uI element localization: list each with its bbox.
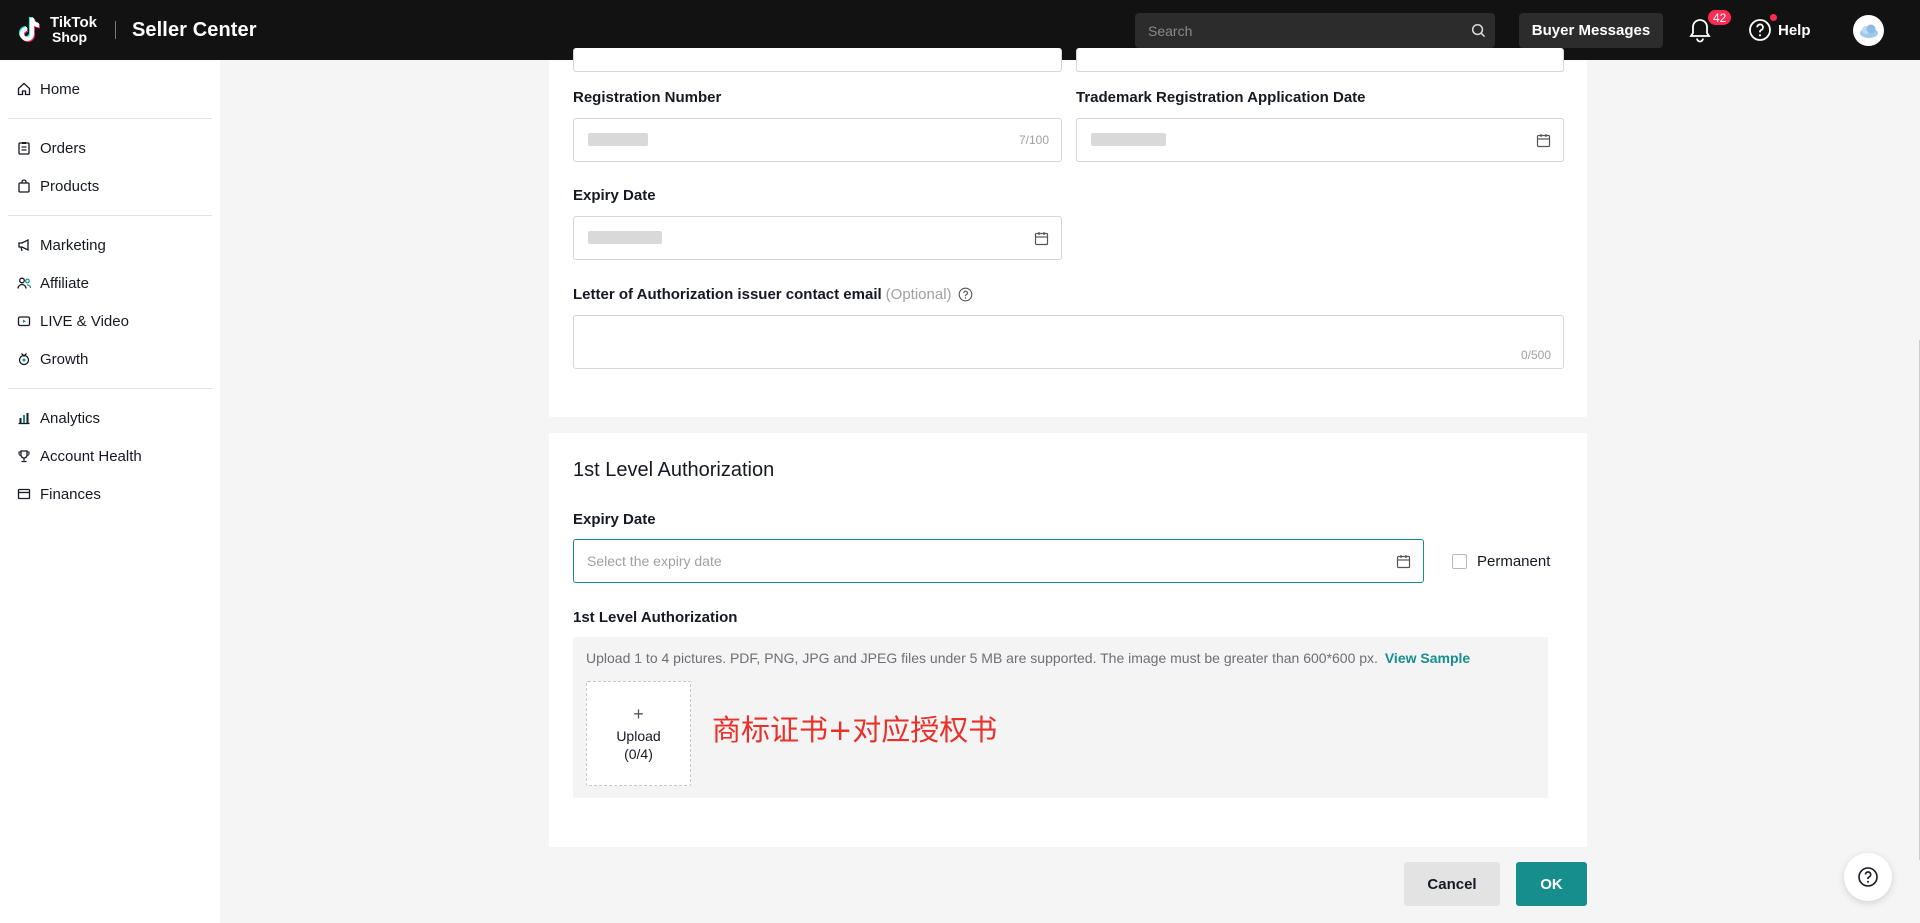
tiktok-logo-icon bbox=[19, 17, 40, 42]
sidebar-item-label: LIVE & Video bbox=[40, 312, 129, 330]
sidebar-item-affiliate[interactable]: Affiliate bbox=[8, 264, 212, 302]
sidebar-item-label: Finances bbox=[40, 485, 101, 503]
tiktok-shop-logo[interactable]: TikTok Shop bbox=[14, 15, 97, 45]
search-input[interactable] bbox=[1135, 22, 1461, 39]
finances-icon bbox=[17, 488, 31, 500]
ok-button[interactable]: OK bbox=[1516, 862, 1587, 906]
help-button[interactable]: Help bbox=[1748, 14, 1811, 42]
sidebar-item-label: Affiliate bbox=[40, 274, 89, 292]
calendar-icon[interactable] bbox=[1396, 554, 1411, 569]
sidebar-item-label: Analytics bbox=[40, 409, 101, 427]
optional-tag: (Optional) bbox=[885, 286, 952, 303]
registration-number-field[interactable]: 7/100 bbox=[573, 118, 1062, 162]
search-box bbox=[1135, 13, 1495, 48]
application-date-label: Trademark Registration Application Date bbox=[1076, 89, 1366, 106]
previous-field-right[interactable] bbox=[1076, 48, 1564, 72]
view-sample-link[interactable]: View Sample bbox=[1385, 650, 1470, 666]
upload-section-label: 1st Level Authorization bbox=[573, 609, 738, 626]
sidebar-item-label: Products bbox=[40, 177, 100, 195]
sidebar-item-label: Growth bbox=[40, 350, 89, 368]
sidebar-item-label: Marketing bbox=[40, 236, 106, 254]
section-title: 1st Level Authorization bbox=[573, 459, 775, 481]
buyer-messages-button[interactable]: Buyer Messages bbox=[1519, 13, 1663, 48]
registration-number-counter: 7/100 bbox=[1018, 133, 1049, 147]
growth-icon bbox=[18, 353, 30, 366]
upload-area: Upload 1 to 4 pictures. PDF, PNG, JPG an… bbox=[573, 637, 1548, 798]
main-content: Registration Number 7/100 Trademark Regi… bbox=[220, 48, 1920, 923]
cancel-button[interactable]: Cancel bbox=[1404, 862, 1500, 906]
annotation-text: 商标证书+对应授权书 bbox=[712, 713, 998, 747]
loa-email-counter: 0/500 bbox=[1520, 348, 1551, 362]
sidebar-item-account-health[interactable]: Account Health bbox=[8, 437, 212, 475]
loa-email-label-row: Letter of Authorization issuer contact e… bbox=[573, 286, 973, 303]
application-date-field[interactable] bbox=[1076, 118, 1564, 162]
orders-icon bbox=[18, 142, 30, 155]
sidebar-item-label: Account Health bbox=[40, 447, 142, 465]
upload-button[interactable]: + Upload (0/4) bbox=[586, 681, 691, 786]
upload-count: (0/4) bbox=[624, 745, 653, 762]
nav-group-orders: Orders Products bbox=[8, 119, 212, 216]
upload-label: Upload bbox=[616, 727, 661, 744]
megaphone-icon bbox=[18, 238, 29, 252]
nav-group-analytics: Analytics Account Health Finances bbox=[8, 389, 212, 523]
nav-group-home: Home bbox=[8, 60, 212, 119]
loa-email-field[interactable]: 0/500 bbox=[573, 315, 1564, 369]
floating-help-button[interactable] bbox=[1844, 853, 1892, 901]
products-icon bbox=[18, 179, 30, 193]
redacted-value bbox=[588, 231, 662, 244]
permanent-checkbox[interactable] bbox=[1452, 554, 1467, 569]
upload-hint-text: Upload 1 to 4 pictures. PDF, PNG, JPG an… bbox=[586, 650, 1378, 666]
notification-badge: 42 bbox=[1707, 9, 1733, 26]
video-icon bbox=[17, 316, 31, 327]
logo-divider bbox=[114, 21, 116, 39]
sidebar-item-marketing[interactable]: Marketing bbox=[8, 226, 212, 264]
sidebar: Home Orders Products Marketing Affiliate… bbox=[0, 60, 220, 923]
affiliate-icon bbox=[17, 277, 31, 289]
trademark-info-card: Registration Number 7/100 Trademark Regi… bbox=[549, 48, 1587, 417]
upload-hint: Upload 1 to 4 pictures. PDF, PNG, JPG an… bbox=[586, 650, 1470, 666]
question-circle-icon[interactable] bbox=[958, 287, 973, 302]
help-dot bbox=[1770, 14, 1777, 21]
redacted-value bbox=[588, 133, 648, 146]
sidebar-item-analytics[interactable]: Analytics bbox=[8, 399, 212, 437]
loa-email-input[interactable] bbox=[574, 316, 1563, 368]
search-icon[interactable] bbox=[1461, 13, 1495, 48]
sidebar-item-finances[interactable]: Finances bbox=[8, 475, 212, 513]
sidebar-item-products[interactable]: Products bbox=[8, 167, 212, 205]
sidebar-item-growth[interactable]: Growth bbox=[8, 340, 212, 378]
sidebar-item-home[interactable]: Home bbox=[8, 70, 212, 108]
loa-email-label: Letter of Authorization issuer contact e… bbox=[573, 286, 882, 303]
sidebar-item-live-video[interactable]: LIVE & Video bbox=[8, 302, 212, 340]
auth-expiry-date-field[interactable] bbox=[573, 539, 1424, 583]
redacted-value bbox=[1091, 133, 1166, 146]
avatar-cloud-icon bbox=[1859, 24, 1878, 38]
help-icon bbox=[1748, 14, 1777, 42]
previous-field-left[interactable] bbox=[573, 48, 1062, 72]
calendar-icon[interactable] bbox=[1536, 133, 1551, 148]
sidebar-item-label: Orders bbox=[40, 139, 86, 157]
sidebar-item-orders[interactable]: Orders bbox=[8, 129, 212, 167]
help-circle-icon bbox=[1858, 867, 1878, 887]
registration-number-label: Registration Number bbox=[573, 89, 722, 106]
analytics-icon bbox=[18, 413, 30, 425]
plus-icon: + bbox=[633, 703, 644, 724]
authorization-card: 1st Level Authorization Expiry Date Perm… bbox=[549, 433, 1587, 847]
expiry-date-input[interactable] bbox=[574, 553, 1423, 569]
permanent-label: Permanent bbox=[1477, 553, 1551, 570]
avatar[interactable] bbox=[1853, 15, 1884, 46]
trophy-icon bbox=[18, 450, 30, 463]
trademark-expiry-date-field[interactable] bbox=[573, 216, 1062, 260]
help-label: Help bbox=[1778, 21, 1811, 39]
logo-text: TikTok Shop bbox=[50, 15, 97, 45]
auth-expiry-date-label: Expiry Date bbox=[573, 511, 656, 528]
expiry-date-label: Expiry Date bbox=[573, 187, 656, 204]
permanent-checkbox-row[interactable]: Permanent bbox=[1452, 553, 1550, 570]
calendar-icon[interactable] bbox=[1034, 231, 1049, 246]
home-icon bbox=[17, 82, 31, 96]
app-title: Seller Center bbox=[131, 18, 257, 41]
logo-line-2: Shop bbox=[52, 29, 87, 45]
nav-group-marketing: Marketing Affiliate LIVE & Video Growth bbox=[8, 216, 212, 389]
sidebar-item-label: Home bbox=[40, 80, 81, 98]
